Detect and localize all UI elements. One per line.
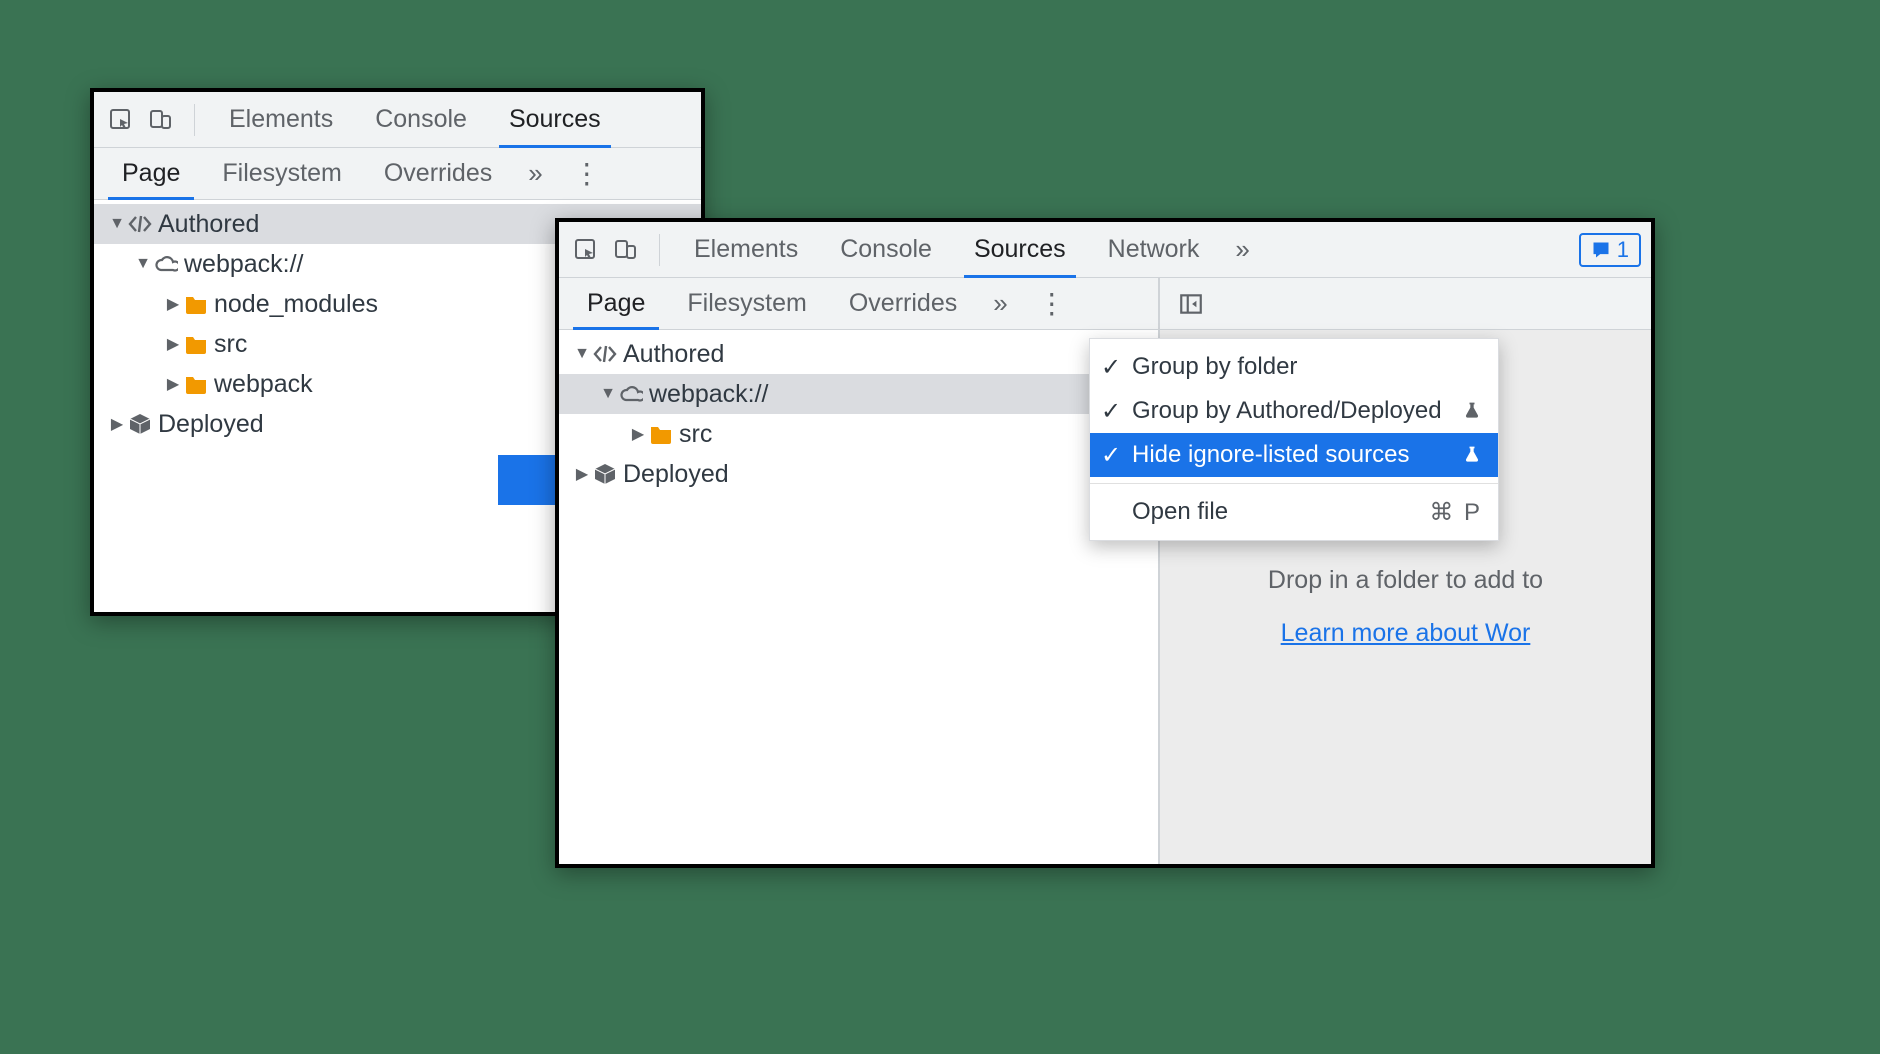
issues-chip[interactable]: 1 (1579, 233, 1641, 267)
tree-label: webpack (210, 370, 313, 399)
chevron-right-icon: ▶ (164, 334, 182, 354)
devtools-panel-after: Elements Console Sources Network » 1 Pag… (555, 218, 1655, 868)
tree-label: node_modules (210, 290, 378, 319)
menu-separator (1090, 483, 1498, 484)
tab-elements[interactable]: Elements (676, 222, 816, 277)
menu-group-by-folder[interactable]: ✓ Group by folder (1090, 345, 1498, 389)
tree-label: Deployed (154, 410, 264, 439)
chevron-right-icon: ▶ (164, 294, 182, 314)
inspect-icon[interactable] (569, 233, 603, 267)
learn-more-link[interactable]: Learn more about Wor (1281, 619, 1531, 647)
tab-network[interactable]: Network (1090, 222, 1218, 277)
subtab-filesystem[interactable]: Filesystem (669, 278, 824, 329)
toolbar-divider (194, 104, 195, 136)
flask-icon (1462, 445, 1482, 465)
chevron-right-icon: ▶ (108, 414, 126, 434)
menu-label: Group by folder (1132, 353, 1482, 381)
main-toolbar: Elements Console Sources (94, 92, 701, 148)
tab-console[interactable]: Console (357, 92, 485, 147)
menu-group-by-authored[interactable]: ✓ Group by Authored/Deployed (1090, 389, 1498, 433)
flask-icon (1462, 401, 1482, 421)
tree-deployed[interactable]: ▶ Deployed (559, 454, 1158, 494)
menu-label: Hide ignore-listed sources (1132, 441, 1454, 469)
code-icon (591, 342, 619, 366)
tab-sources[interactable]: Sources (491, 92, 619, 147)
tab-console[interactable]: Console (822, 222, 950, 277)
placeholder-drop-text: Drop in a folder to add to (1170, 566, 1641, 595)
tree-webpack[interactable]: ▼ webpack:// (559, 374, 1158, 414)
panel-collapse-icon[interactable] (1174, 287, 1208, 321)
editor-toolbar (1160, 278, 1651, 330)
chevron-down-icon: ▼ (134, 255, 152, 273)
subtab-filesystem[interactable]: Filesystem (204, 148, 359, 199)
kebab-menu-icon[interactable]: ⋮ (1028, 287, 1076, 320)
toolbar-divider (659, 234, 660, 266)
navigator-tree: ▼ Authored ▼ webpack:// ▶ src ▶ (559, 330, 1158, 864)
folder-icon (182, 332, 210, 356)
chevron-down-icon: ▼ (108, 215, 126, 233)
tree-label: webpack:// (645, 380, 769, 409)
more-tabs-icon[interactable]: » (516, 158, 550, 189)
tree-label: Deployed (619, 460, 729, 489)
menu-label: Open file (1132, 498, 1421, 526)
more-tabs-icon[interactable]: » (981, 288, 1015, 319)
cloud-icon (152, 252, 180, 276)
tree-label: webpack:// (180, 250, 304, 279)
tree-label: src (210, 330, 247, 359)
menu-shortcut: ⌘ P (1429, 498, 1482, 527)
check-icon: ✓ (1098, 353, 1124, 382)
menu-hide-ignore-listed[interactable]: ✓ Hide ignore-listed sources (1090, 433, 1498, 477)
subtab-page[interactable]: Page (104, 148, 198, 199)
device-toggle-icon[interactable] (144, 103, 178, 137)
chevron-right-icon: ▶ (629, 424, 647, 444)
cube-icon (591, 462, 619, 486)
chevron-right-icon: ▶ (164, 374, 182, 394)
inspect-icon[interactable] (104, 103, 138, 137)
sources-subtoolbar: Page Filesystem Overrides » ⋮ (559, 278, 1158, 330)
cube-icon (126, 412, 154, 436)
subtab-page[interactable]: Page (569, 278, 663, 329)
check-icon: ✓ (1098, 397, 1124, 426)
sources-subtoolbar: Page Filesystem Overrides » ⋮ (94, 148, 701, 200)
folder-icon (182, 292, 210, 316)
code-icon (126, 212, 154, 236)
folder-icon (182, 372, 210, 396)
tree-label: src (675, 420, 712, 449)
tree-label: Authored (154, 210, 259, 239)
menu-label: Group by Authored/Deployed (1132, 397, 1454, 425)
chat-icon (1591, 240, 1611, 260)
chevron-right-icon: ▶ (573, 464, 591, 484)
folder-icon (647, 422, 675, 446)
menu-open-file[interactable]: Open file ⌘ P (1090, 490, 1498, 534)
chevron-down-icon: ▼ (573, 345, 591, 363)
tree-src[interactable]: ▶ src (559, 414, 1158, 454)
check-icon: ✓ (1098, 441, 1124, 470)
tab-sources[interactable]: Sources (956, 222, 1084, 277)
navigator-context-menu: ✓ Group by folder ✓ Group by Authored/De… (1089, 338, 1499, 541)
more-tabs-icon[interactable]: » (1223, 234, 1257, 265)
tab-elements[interactable]: Elements (211, 92, 351, 147)
chevron-down-icon: ▼ (599, 385, 617, 403)
tree-label: Authored (619, 340, 724, 369)
kebab-menu-icon[interactable]: ⋮ (563, 157, 611, 190)
tree-authored[interactable]: ▼ Authored (559, 334, 1158, 374)
main-toolbar: Elements Console Sources Network » 1 (559, 222, 1651, 278)
cloud-icon (617, 382, 645, 406)
device-toggle-icon[interactable] (609, 233, 643, 267)
subtab-overrides[interactable]: Overrides (831, 278, 975, 329)
subtab-overrides[interactable]: Overrides (366, 148, 510, 199)
issues-count: 1 (1617, 237, 1629, 263)
